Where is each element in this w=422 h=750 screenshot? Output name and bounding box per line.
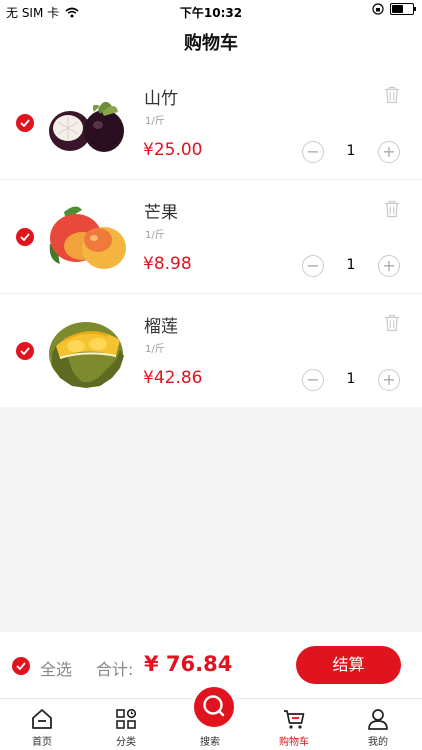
increase-button[interactable]: +: [378, 255, 400, 277]
item-unit: 1/斤: [145, 116, 165, 127]
decrease-button[interactable]: −: [302, 141, 324, 163]
orientation-lock-icon: [372, 3, 384, 15]
page-title: 购物车: [0, 22, 422, 66]
item-name: 山竹: [144, 89, 178, 109]
mangosteen-image: [49, 101, 124, 152]
tab-label: 购物车: [279, 737, 309, 748]
cart-item: 榴莲 1/斤 ¥42.86 − 1 +: [0, 294, 422, 407]
item-checkbox[interactable]: [16, 114, 34, 132]
search-button[interactable]: [191, 684, 237, 730]
profile-icon: [368, 709, 388, 730]
home-icon: [32, 709, 52, 729]
trash-icon[interactable]: [384, 200, 400, 218]
select-all-label[interactable]: 全选: [40, 656, 72, 680]
item-price: ¥25.00: [143, 140, 203, 160]
quantity-stepper: − 1 +: [300, 141, 402, 163]
check-icon: [16, 662, 26, 670]
total-label: 合计:: [96, 660, 134, 679]
cart-item: 芒果 1/斤 ¥8.98 − 1 +: [0, 180, 422, 294]
cart-list: 山竹 1/斤 ¥25.00 − 1 + 芒果 1/斤 ¥8.98 − 1 + 榴…: [0, 66, 422, 407]
checkout-button[interactable]: 结算: [296, 646, 401, 684]
cart-item: 山竹 1/斤 ¥25.00 − 1 +: [0, 66, 422, 180]
tab-label: 我的: [368, 737, 388, 748]
battery-fill: [392, 5, 403, 13]
tab-label: 搜索: [200, 737, 220, 748]
trash-icon[interactable]: [384, 314, 400, 332]
decrease-button[interactable]: −: [302, 255, 324, 277]
decrease-button[interactable]: −: [302, 369, 324, 391]
status-bar: 无 SIM 卡 下午10:32: [0, 0, 422, 22]
item-price: ¥42.86: [143, 368, 203, 388]
cart-icon: [284, 710, 305, 729]
increase-button[interactable]: +: [378, 141, 400, 163]
durian-image: [49, 322, 124, 388]
item-name: 榴莲: [144, 317, 178, 337]
quantity-value: 1: [346, 371, 356, 387]
tab-category[interactable]: 分类: [84, 699, 168, 750]
tab-home[interactable]: 首页: [0, 699, 84, 750]
quantity-value: 1: [346, 143, 356, 159]
check-icon: [20, 347, 30, 355]
quantity-value: 1: [346, 257, 356, 273]
tab-cart[interactable]: 购物车: [252, 699, 336, 750]
item-checkbox[interactable]: [16, 228, 34, 246]
quantity-stepper: − 1 +: [300, 255, 402, 277]
check-icon: [20, 233, 30, 241]
status-right: [372, 3, 416, 15]
select-all-checkbox[interactable]: [12, 657, 30, 675]
trash-icon[interactable]: [384, 86, 400, 104]
quantity-stepper: − 1 +: [300, 369, 402, 391]
tab-label: 分类: [116, 737, 136, 748]
item-checkbox[interactable]: [16, 342, 34, 360]
total-value: ¥ 76.84: [144, 652, 233, 676]
check-icon: [20, 119, 30, 127]
status-time: 下午10:32: [179, 6, 243, 20]
item-unit: 1/斤: [145, 344, 165, 355]
item-unit: 1/斤: [145, 230, 165, 241]
search-icon: [203, 695, 225, 717]
category-icon: [116, 708, 137, 729]
tab-profile[interactable]: 我的: [336, 699, 420, 750]
battery-icon: [390, 3, 416, 15]
increase-button[interactable]: +: [378, 369, 400, 391]
mango-image: [49, 206, 126, 269]
tab-label: 首页: [32, 737, 52, 748]
item-price: ¥8.98: [143, 254, 192, 274]
item-name: 芒果: [144, 203, 178, 223]
